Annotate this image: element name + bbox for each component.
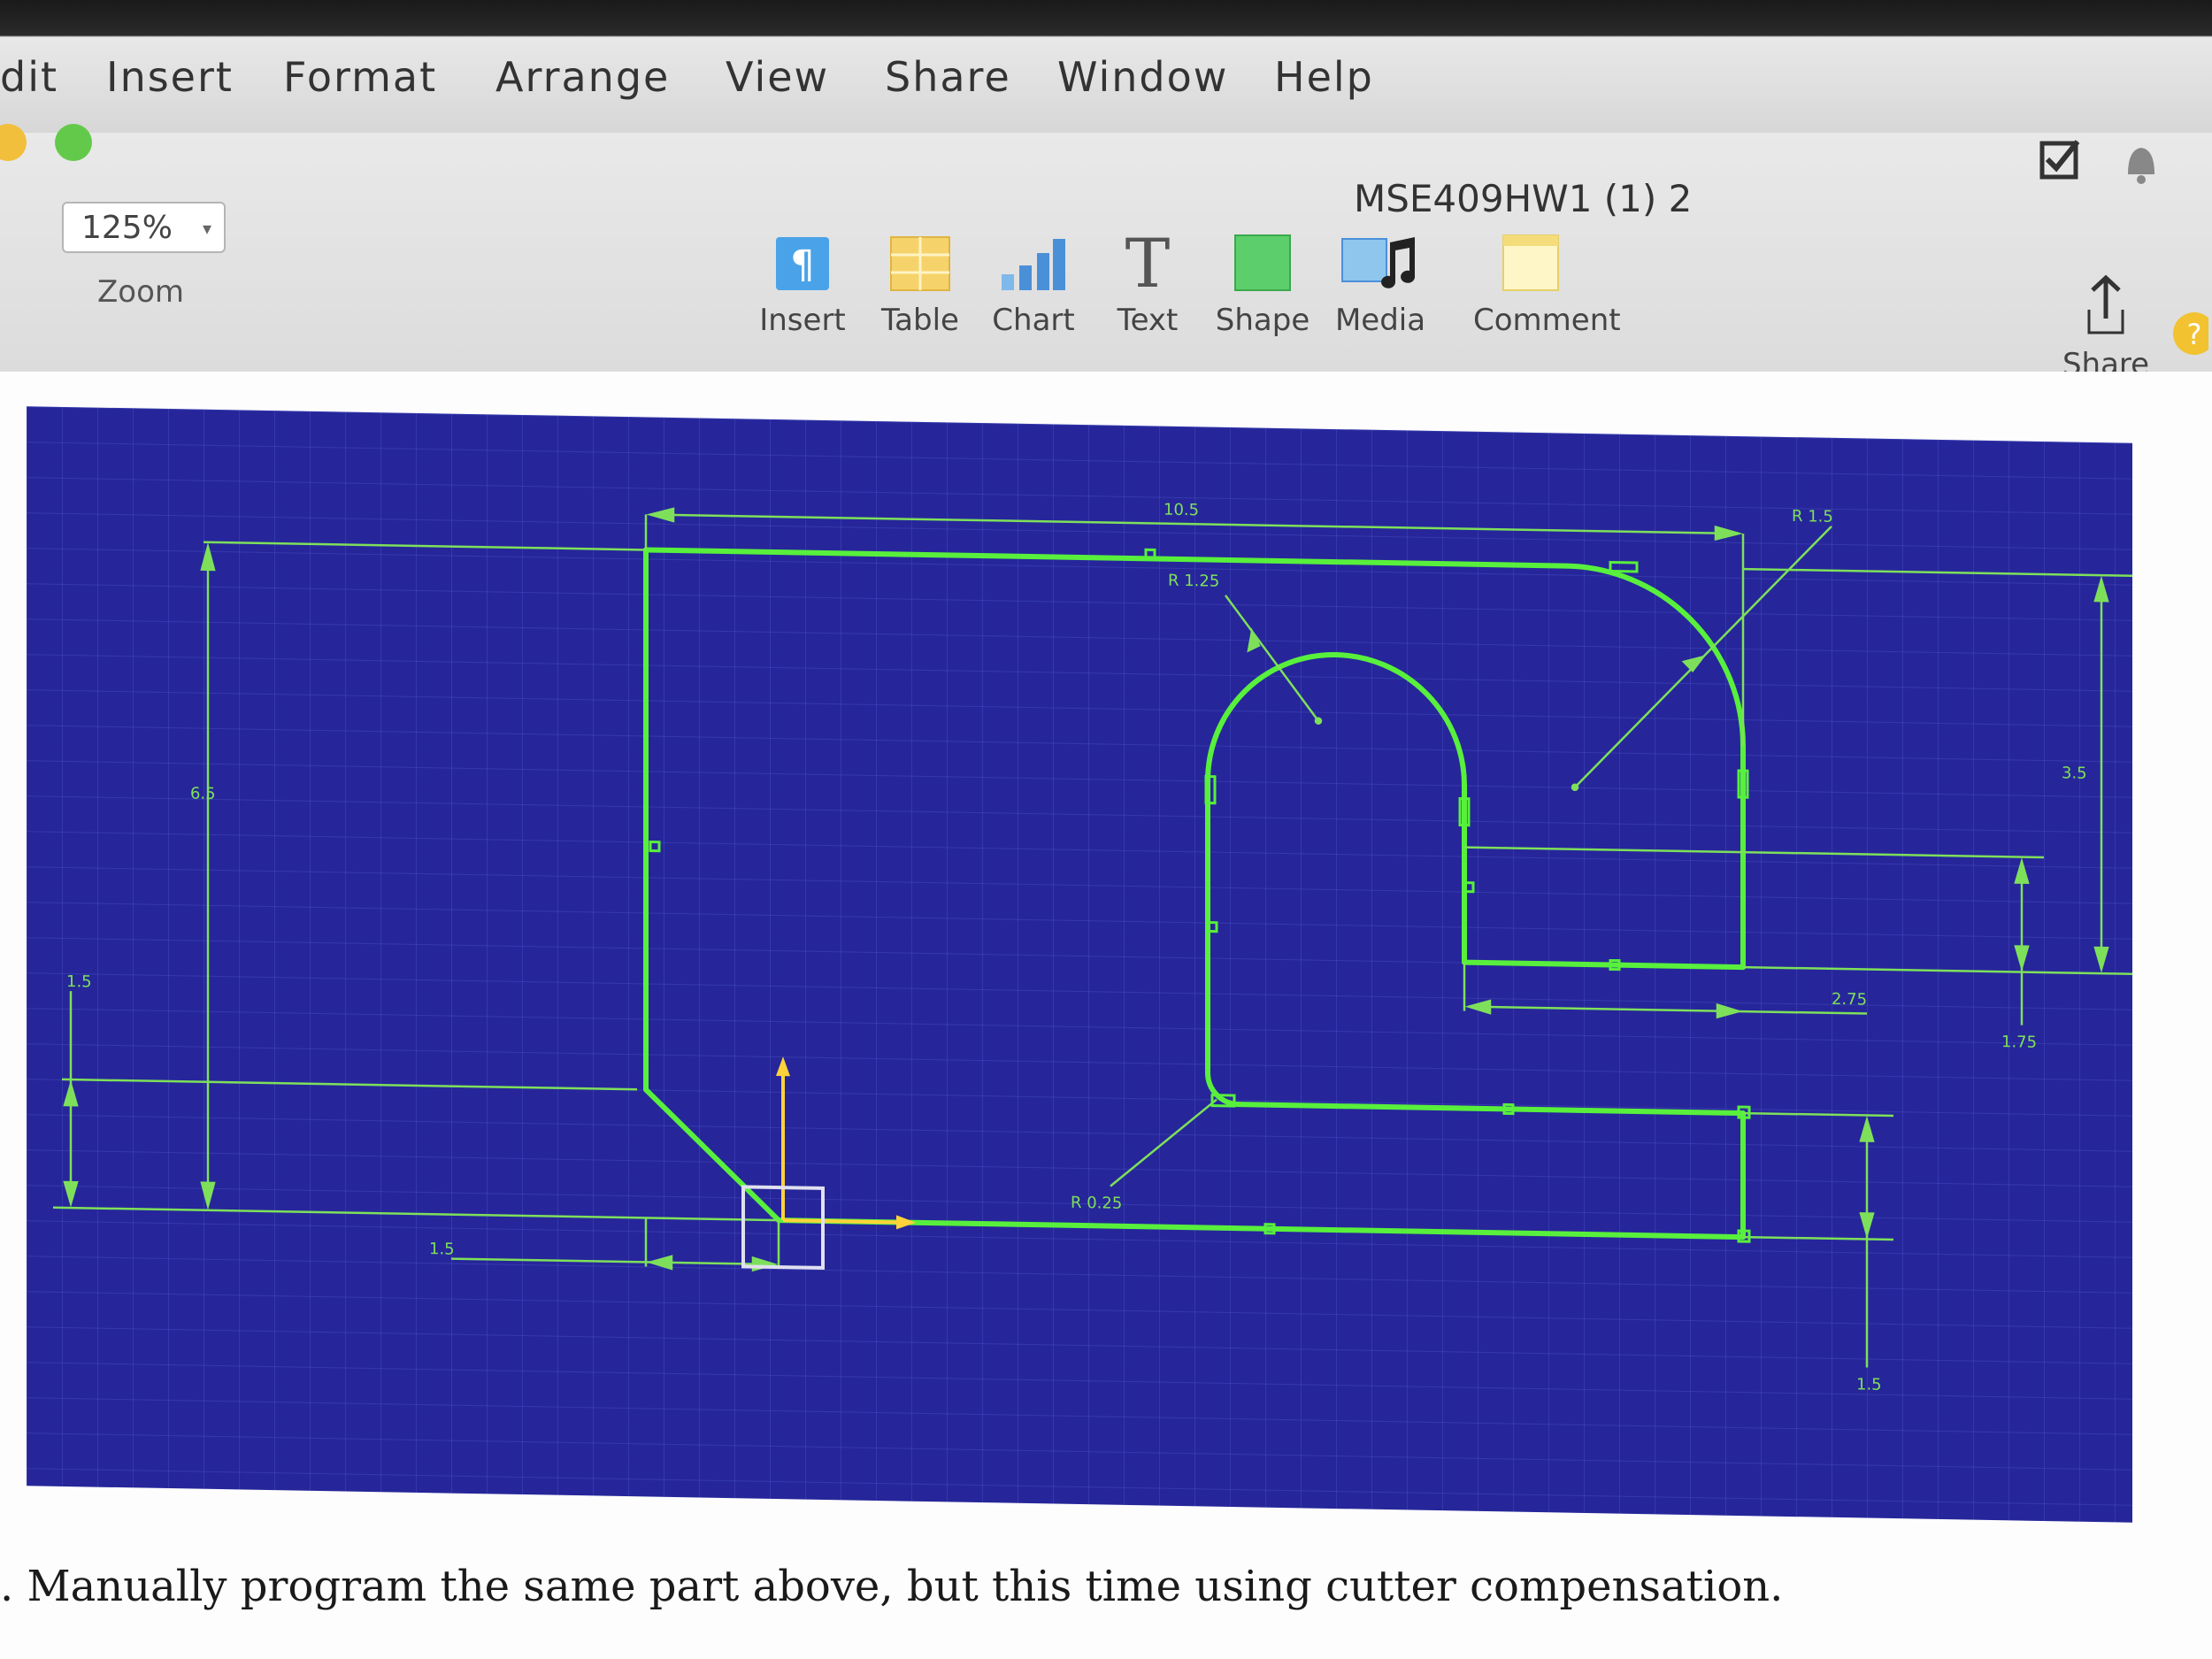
svg-text:¶: ¶ (790, 242, 815, 288)
shape-button[interactable]: Shape (1205, 221, 1320, 338)
svg-text:T: T (1125, 230, 1171, 292)
menu-window[interactable]: Window (1057, 53, 1228, 101)
tips-icon: ? (2159, 288, 2212, 358)
dim-top-right-radius: R 1.5 (1792, 507, 1833, 526)
dim-slot-radius: R 1.25 (1168, 572, 1219, 591)
menu-view[interactable]: View (726, 53, 829, 101)
comment-icon (1473, 221, 1588, 292)
text-button[interactable]: T Text (1090, 221, 1205, 338)
media-button[interactable]: Media (1323, 221, 1438, 338)
chart-label: Chart (992, 303, 1075, 338)
origin-axes (741, 1056, 916, 1270)
menu-arrange[interactable]: Arrange (495, 53, 670, 101)
media-label: Media (1334, 303, 1426, 338)
zoom-window-button[interactable] (55, 124, 92, 161)
dim-overall-height: 6.5 (190, 784, 216, 803)
dim-left-height: 1.5 (66, 972, 92, 991)
zoom-value: 125% (81, 209, 173, 246)
zoom-select[interactable]: 125% ▾ (62, 202, 226, 253)
dim-right-height: 3.5 (2062, 764, 2087, 782)
dim-overall-width: 10.5 (1164, 501, 1199, 520)
chart-button[interactable]: Chart (976, 221, 1091, 338)
shape-icon (1205, 221, 1320, 292)
window-title: MSE409HW1 (1) 2 (1354, 177, 1693, 220)
table-icon (863, 221, 978, 292)
zoom-label: Zoom (97, 274, 185, 310)
svg-text:?: ? (2187, 318, 2202, 351)
media-icon (1323, 221, 1438, 292)
menu-bar: dit Insert Format Arrange View Share Win… (0, 0, 2212, 133)
text-label: Text (1117, 303, 1179, 338)
dim-fillet-radius: R 0.25 (1071, 1194, 1122, 1213)
dim-slot-depth: 1.75 (2001, 1033, 2037, 1052)
dim-chamfer: 1.5 (429, 1240, 455, 1258)
comment-label: Comment (1473, 303, 1621, 338)
constraint-markers (649, 548, 1751, 1243)
chevron-down-icon: ▾ (202, 218, 211, 239)
shape-label: Shape (1215, 303, 1310, 338)
table-label: Table (881, 303, 959, 338)
notification-bell-icon[interactable] (2119, 137, 2163, 190)
share-icon (2048, 265, 2163, 336)
checklist-icon[interactable] (2035, 134, 2088, 188)
comment-button[interactable]: Comment (1473, 221, 1621, 338)
insert-button[interactable]: ¶ Insert (745, 221, 860, 338)
dim-slot-width: 2.75 (1832, 990, 1867, 1010)
part-profile (643, 547, 1746, 1240)
share-button[interactable]: Share (2048, 265, 2163, 382)
table-button[interactable]: Table (863, 221, 978, 338)
instruction-text: . Manually program the same part above, … (0, 1562, 1784, 1611)
insert-label: Insert (759, 303, 846, 338)
menu-insert[interactable]: Insert (106, 53, 234, 101)
dimension-lines (53, 507, 2132, 1368)
dim-bottom-right: 1.5 (1856, 1375, 1882, 1394)
menu-edit[interactable]: dit (0, 53, 58, 101)
paragraph-icon: ¶ (745, 221, 860, 292)
menu-help[interactable]: Help (1274, 53, 1374, 101)
menu-format[interactable]: Format (283, 53, 437, 101)
menu-share[interactable]: Share (885, 53, 1011, 101)
cad-sketch-image: 10.5 6.5 R 1.5 R 1.25 3.5 1.75 2.75 1.5 … (27, 406, 2132, 1523)
text-icon: T (1090, 221, 1205, 292)
bar-chart-icon (976, 221, 1091, 292)
